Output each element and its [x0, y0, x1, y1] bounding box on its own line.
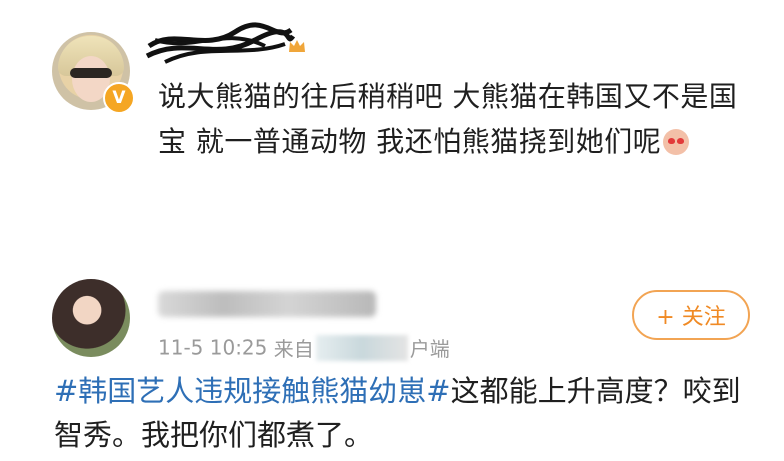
verified-badge-icon: V: [103, 82, 135, 114]
hashtag-link[interactable]: #韩国艺人违规接触熊猫幼崽#: [54, 374, 451, 408]
comment-text: 说大熊猫的往后稍稍吧 大熊猫在韩国又不是国宝 就一普通动物 我还怕熊猫挠到她们呢: [158, 74, 758, 164]
source-prefix: 来自: [273, 337, 314, 361]
comment-body: 说大熊猫的往后稍稍吧 大熊猫在韩国又不是国宝 就一普通动物 我还怕熊猫挠到她们呢: [158, 80, 738, 158]
follow-button[interactable]: + 关注: [632, 290, 750, 340]
source-suffix: 户端: [409, 337, 450, 361]
poster-avatar[interactable]: [52, 279, 130, 357]
post-text: #韩国艺人违规接触熊猫幼崽#这都能上升高度？咬到智秀。我把你们都煮了。: [54, 369, 754, 457]
post-meta: 11-5 10:25 来自 户端: [158, 333, 450, 363]
redacted-username-scribble: [145, 22, 295, 64]
blurred-source: [315, 334, 408, 361]
post-item: + 关注 11-5 10:25 来自 户端 #韩国艺人违规接触熊猫幼崽#这都能上升…: [0, 265, 784, 461]
heart-eyes-emoji-icon: [663, 129, 690, 155]
reply-comment: V 说大熊猫的往后稍稍吧 大熊猫在韩国又不是国宝 就一普通动物 我还怕熊猫挠到她…: [0, 0, 784, 235]
crown-icon: [289, 40, 305, 52]
post-date: 11-5 10:25: [158, 335, 268, 360]
avatar-glasses: [70, 68, 112, 78]
blurred-username[interactable]: [158, 291, 376, 317]
